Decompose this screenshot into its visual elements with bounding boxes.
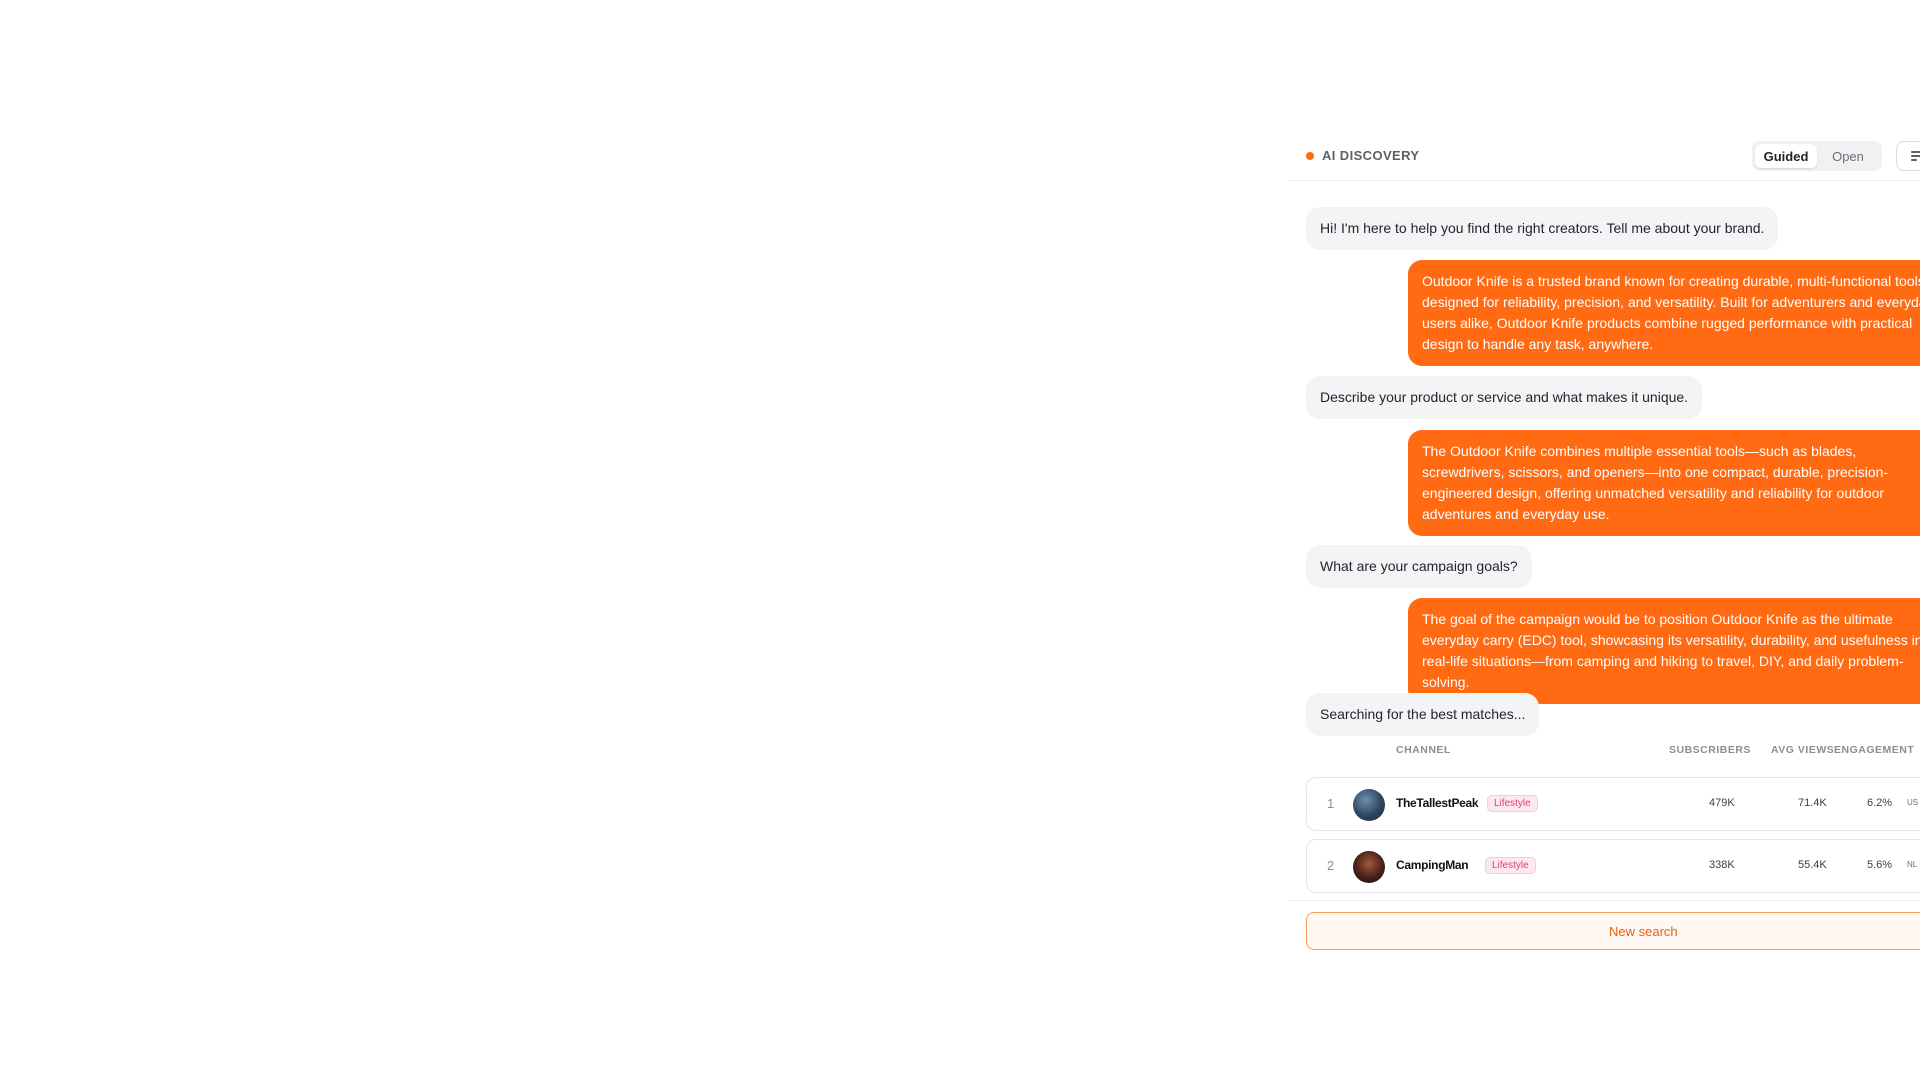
avatar [1353, 851, 1385, 883]
assistant-message: What are your campaign goals? [1306, 545, 1532, 588]
new-search-button[interactable]: New search [1306, 912, 1920, 950]
column-header-channel: CHANNEL [1396, 744, 1451, 756]
divider [1288, 900, 1920, 901]
row-rank: 2 [1327, 858, 1335, 873]
filter-icon [1911, 151, 1920, 161]
column-header-avg-views: AVG VIEWS [1771, 744, 1835, 756]
table-row[interactable]: 1 TheTallestPeak Lifestyle 479K 71.4K 6.… [1306, 777, 1920, 831]
country-code: US [1907, 798, 1919, 807]
panel-header: AI DISCOVERY Guided Open [1288, 130, 1920, 181]
assistant-message: Searching for the best matches... [1306, 693, 1540, 736]
channel-name[interactable]: CampingMan [1396, 858, 1469, 872]
channel-name[interactable]: TheTallestPeak [1396, 796, 1479, 810]
column-header-engagement: ENGAGEMENT [1834, 744, 1915, 756]
mode-toggle: Guided Open [1752, 141, 1882, 171]
avg-views-value: 55.4K [1798, 859, 1827, 871]
user-message: The Outdoor Knife combines multiple esse… [1408, 430, 1920, 536]
engagement-value: 5.6% [1867, 859, 1893, 871]
subscribers-value: 338K [1709, 859, 1735, 871]
assistant-message: Hi! I'm here to help you find the right … [1306, 207, 1779, 250]
row-rank: 1 [1327, 796, 1335, 811]
ai-discovery-panel: AI DISCOVERY Guided Open Hi! I'm here to… [1288, 130, 1920, 960]
filter-button[interactable] [1896, 141, 1920, 171]
avg-views-value: 71.4K [1798, 797, 1827, 809]
column-header-subscribers: SUBSCRIBERS [1669, 744, 1751, 756]
results-table-header: CHANNEL SUBSCRIBERS AVG VIEWS ENGAGEMENT [1288, 744, 1920, 762]
user-message: Outdoor Knife is a trusted brand known f… [1408, 260, 1920, 366]
user-message: The goal of the campaign would be to pos… [1408, 598, 1920, 704]
brand-label: AI DISCOVERY [1322, 148, 1420, 163]
status-dot-icon [1306, 151, 1314, 160]
engagement-value: 6.2% [1867, 797, 1893, 809]
subscribers-value: 479K [1709, 797, 1735, 809]
avatar [1353, 789, 1385, 821]
table-row[interactable]: 2 CampingMan Lifestyle 338K 55.4K 5.6% N… [1306, 839, 1920, 893]
assistant-message: Describe your product or service and wha… [1306, 376, 1703, 419]
category-badge: Lifestyle [1485, 857, 1536, 874]
mode-open-button[interactable]: Open [1817, 144, 1879, 168]
mode-guided-button[interactable]: Guided [1755, 144, 1817, 168]
country-code: NL [1907, 860, 1918, 869]
brand: AI DISCOVERY [1306, 148, 1420, 163]
category-badge: Lifestyle [1487, 795, 1538, 812]
